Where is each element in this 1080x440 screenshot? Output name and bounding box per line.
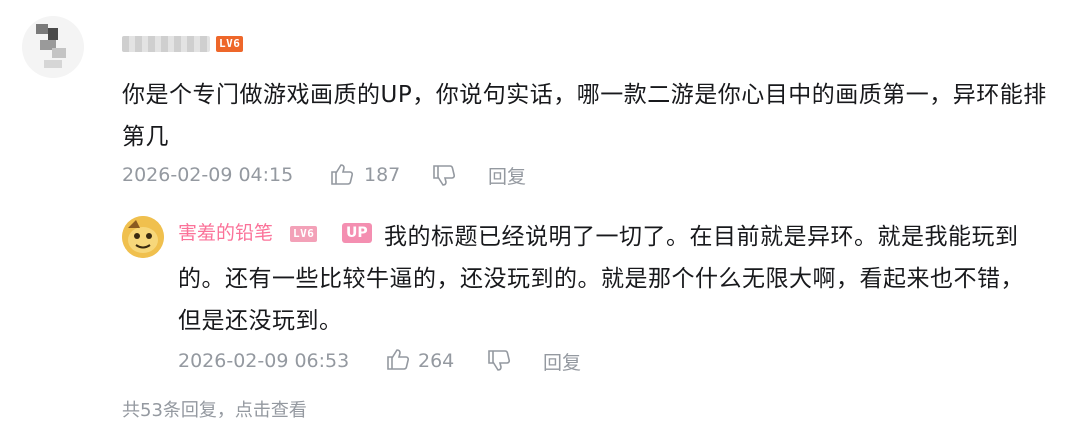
thumbs-up-icon[interactable] bbox=[385, 347, 411, 371]
view-more-replies-link[interactable]: 共53条回复，点击查看 bbox=[122, 399, 307, 423]
thumbs-down-icon[interactable] bbox=[486, 349, 512, 373]
reply-reply-button[interactable]: 回复 bbox=[543, 351, 581, 375]
commenter-avatar[interactable] bbox=[22, 16, 84, 78]
thumbs-up-icon[interactable] bbox=[329, 162, 355, 186]
avatar-face-icon bbox=[122, 216, 164, 258]
commenter-username-blurred[interactable] bbox=[122, 36, 210, 52]
reply-text: 我的标题已经说明了一切了。在目前就是异环。就是我能玩到的。还有一些比较牛逼的，还… bbox=[178, 224, 1024, 334]
reply-button[interactable]: 回复 bbox=[488, 165, 526, 189]
reply-like-count: 264 bbox=[418, 350, 455, 372]
comment-text: 你是个专门做游戏画质的UP，你说句实话，哪一款二游是你心目中的画质第一，异环能排… bbox=[122, 82, 1047, 150]
reply-avatar[interactable] bbox=[122, 216, 164, 258]
comment-timestamp: 2026-02-09 04:15 bbox=[122, 164, 294, 186]
reply-timestamp: 2026-02-09 06:53 bbox=[178, 350, 350, 372]
thumbs-down-icon[interactable] bbox=[431, 164, 457, 188]
level-badge: LV6 bbox=[216, 36, 244, 52]
like-count: 187 bbox=[364, 164, 401, 186]
